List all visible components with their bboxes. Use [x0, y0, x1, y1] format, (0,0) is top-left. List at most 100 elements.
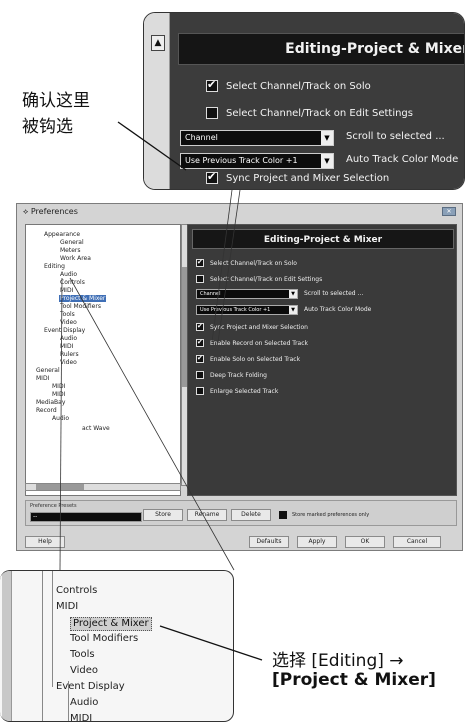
tree-item[interactable]: Video: [60, 319, 77, 326]
rename-button[interactable]: Rename: [187, 509, 227, 521]
tree-item[interactable]: Audio: [52, 415, 69, 422]
checkbox-checked-icon[interactable]: [196, 322, 204, 331]
cancel-button[interactable]: Cancel: [393, 536, 441, 548]
defaults-button[interactable]: Defaults: [249, 536, 289, 548]
sync-project-mixer-row[interactable]: Sync Project and Mixer Selection: [206, 169, 389, 187]
preferences-window: ⟡ Preferences ✕ Appearance General Meter…: [16, 203, 463, 551]
chevron-down-icon[interactable]: ▼: [321, 154, 333, 168]
tree-item[interactable]: Record: [36, 407, 57, 414]
select-on-solo-row[interactable]: Select Channel/Track on Solo: [206, 77, 371, 95]
tree-item[interactable]: Controls: [60, 279, 85, 286]
dropdown-value: Channel: [200, 291, 221, 297]
tree-item-project-mixer[interactable]: Project & Mixer: [59, 295, 107, 302]
enable-record-row[interactable]: Enable Record on Selected Track: [196, 337, 308, 349]
row-label: Sync Project and Mixer Selection: [226, 172, 390, 184]
tree-item[interactable]: Controls: [56, 585, 97, 597]
callout-select-text-2: [Project & Mixer]: [272, 670, 436, 690]
tree-item-project-mixer[interactable]: Project & Mixer: [70, 617, 152, 631]
tree-item[interactable]: Meters: [60, 247, 81, 254]
checkbox-unchecked-icon[interactable]: [206, 107, 218, 119]
callout-confirm-text: 确认这里: [22, 91, 90, 111]
window-title: ⟡ Preferences: [17, 204, 462, 220]
tree-line: [52, 571, 53, 687]
checkbox-checked-icon[interactable]: [206, 78, 218, 92]
tree-item[interactable]: Appearance: [44, 231, 80, 238]
enable-solo-row[interactable]: Enable Solo on Selected Track: [196, 353, 300, 365]
tree-line: [42, 571, 43, 721]
tree-item[interactable]: MIDI: [52, 391, 65, 398]
tree-item[interactable]: Tool Modifiers: [60, 303, 101, 310]
tree-item[interactable]: MIDI: [36, 375, 49, 382]
checkbox-checked-icon[interactable]: [206, 170, 218, 184]
select-on-solo-row[interactable]: Select Channel/Track on Solo: [196, 257, 297, 269]
enlarge-selected-track-row[interactable]: Enlarge Selected Track: [196, 385, 278, 397]
tree-item[interactable]: Editing: [44, 263, 65, 270]
checkbox-checked-icon[interactable]: [196, 354, 204, 363]
zoom-panel-bottom: Controls MIDI Project & Mixer Tool Modif…: [0, 570, 234, 722]
checkbox-unchecked-icon[interactable]: [279, 511, 287, 519]
tree-item[interactable]: MIDI: [70, 713, 92, 721]
scroll-select-dropdown[interactable]: Channel ▼: [196, 289, 298, 299]
row-label: Enable Record on Selected Track: [210, 339, 308, 347]
tree-item[interactable]: Event Display: [56, 681, 125, 693]
tree-item[interactable]: Tools: [70, 649, 95, 661]
track-color-dropdown[interactable]: Use Previous Track Color +1 ▼: [196, 305, 298, 315]
close-icon[interactable]: ✕: [442, 207, 456, 216]
scroll-thumb[interactable]: [36, 484, 84, 490]
ok-button[interactable]: OK: [345, 536, 385, 548]
tree-scrollbar[interactable]: ▲: [144, 13, 170, 189]
tree-item[interactable]: Audio: [60, 335, 77, 342]
checkbox-unchecked-icon[interactable]: [196, 387, 204, 395]
dropdown-value: Use Previous Track Color +1: [200, 307, 271, 313]
tree-item[interactable]: Video: [70, 665, 98, 677]
tree-item[interactable]: MIDI: [52, 383, 65, 390]
scroll-select-dropdown[interactable]: Channel ▼: [180, 130, 334, 146]
dropdown-label: Scroll to selected ...: [304, 290, 364, 297]
zoom-panel-top: ▲ Editing-Project & Mixer Select Channel…: [143, 12, 465, 190]
tree-item[interactable]: Tool Modifiers: [70, 633, 138, 645]
tree-item[interactable]: Audio: [70, 697, 98, 709]
tree-item[interactable]: Video: [60, 359, 77, 366]
select-on-edit-row[interactable]: Select Channel/Track on Edit Settings: [196, 273, 322, 285]
checkbox-unchecked-icon[interactable]: [196, 371, 204, 379]
dropdown-value: Use Previous Track Color +1: [185, 156, 298, 165]
help-button[interactable]: Help: [25, 536, 65, 548]
tree-item[interactable]: Event Display: [44, 327, 85, 334]
scroll-up-icon[interactable]: ▲: [151, 35, 165, 51]
tree-item[interactable]: Audio: [60, 271, 77, 278]
apply-button[interactable]: Apply: [297, 536, 337, 548]
row-label: Sync Project and Mixer Selection: [210, 323, 308, 331]
tree-item[interactable]: General: [60, 239, 84, 246]
tree-horizontal-scrollbar[interactable]: [25, 483, 181, 491]
tree-item[interactable]: Work Area: [60, 255, 91, 262]
tree-item[interactable]: MediaBay: [36, 399, 65, 406]
chevron-down-icon[interactable]: ▼: [289, 306, 297, 314]
tree-item[interactable]: Rulers: [60, 351, 79, 358]
tree-item[interactable]: MIDI: [60, 287, 73, 294]
panel-title: Editing-Project & Mixer: [192, 229, 454, 249]
row-label: Select Channel/Track on Solo: [210, 259, 297, 267]
deep-track-folding-row[interactable]: Deep Track Folding: [196, 369, 267, 381]
tree-scrollbar[interactable]: [2, 571, 12, 721]
tree-item[interactable]: General: [36, 367, 60, 374]
checkbox-checked-icon[interactable]: [196, 258, 204, 267]
checkbox-unchecked-icon[interactable]: [196, 275, 204, 283]
select-on-edit-row[interactable]: Select Channel/Track on Edit Settings: [206, 104, 413, 122]
chevron-down-icon[interactable]: ▼: [321, 131, 333, 145]
sync-project-mixer-row[interactable]: Sync Project and Mixer Selection: [196, 321, 308, 333]
tree-item[interactable]: Tools: [60, 311, 75, 318]
dropdown-label: Scroll to selected ...: [346, 131, 445, 142]
delete-button[interactable]: Delete: [231, 509, 271, 521]
tree-item[interactable]: act Wave: [82, 425, 110, 432]
track-color-dropdown[interactable]: Use Previous Track Color +1 ▼: [180, 153, 334, 169]
tree-item[interactable]: MIDI: [56, 601, 78, 613]
presets-field[interactable]: --: [30, 512, 142, 522]
checkbox-checked-icon[interactable]: [196, 338, 204, 347]
dropdown-value: Channel: [185, 133, 218, 142]
chevron-down-icon[interactable]: ▼: [289, 290, 297, 298]
store-button[interactable]: Store: [143, 509, 183, 521]
panel-title: Editing-Project & Mixer: [178, 33, 464, 65]
store-marked-option[interactable]: Store marked preferences only: [279, 511, 369, 519]
row-label: Select Channel/Track on Edit Settings: [210, 275, 323, 283]
tree-item[interactable]: MIDI: [60, 343, 73, 350]
